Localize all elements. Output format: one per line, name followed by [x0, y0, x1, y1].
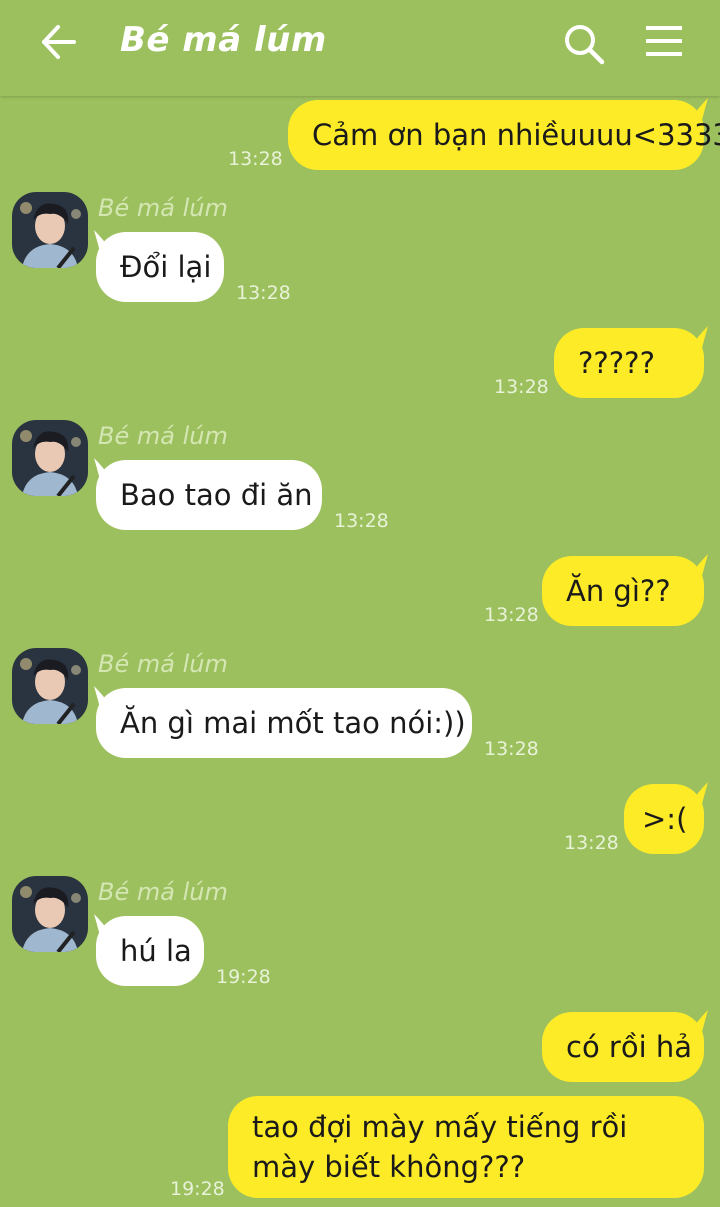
bubble-tail-icon [690, 782, 708, 804]
message-time: 19:28 [216, 966, 271, 988]
message-bubble[interactable]: Đổi lại [96, 232, 224, 302]
avatar[interactable] [12, 648, 88, 724]
avatar[interactable] [12, 876, 88, 952]
message-time: 13:28 [484, 738, 539, 760]
message-bubble[interactable]: có rồi hả [542, 1012, 704, 1082]
message-bubble[interactable]: tao đợi mày mấy tiếng rồi mày biết không… [228, 1096, 704, 1198]
bubble-tail-icon [690, 98, 708, 120]
message-time: 19:28 [170, 1178, 225, 1200]
search-button[interactable] [562, 22, 606, 66]
menu-button[interactable] [642, 22, 686, 62]
menu-icon [646, 26, 682, 56]
chat-title: Bé má lúm [120, 20, 327, 60]
message-bubble[interactable]: hú la [96, 916, 204, 986]
avatar[interactable] [12, 192, 88, 268]
bubble-tail-icon [690, 1010, 708, 1032]
arrow-left-icon [42, 25, 76, 59]
message-time: 13:28 [334, 510, 389, 532]
back-button[interactable] [38, 22, 80, 62]
sender-name: Bé má lúm [98, 878, 228, 906]
bubble-tail-icon [94, 458, 112, 480]
bubble-tail-icon [94, 686, 112, 708]
avatar[interactable] [12, 420, 88, 496]
message-list[interactable]: Cảm ơn bạn nhiềuuuu<3333 13:28 Bé má lúm… [0, 96, 720, 1207]
chat-header: Bé má lúm [0, 0, 720, 96]
message-bubble[interactable]: Ăn gì?? [542, 556, 704, 626]
message-bubble[interactable]: Ăn gì mai mốt tao nói:)) [96, 688, 472, 758]
message-time: 13:28 [228, 148, 283, 170]
sender-name: Bé má lúm [98, 194, 228, 222]
bubble-tail-icon [94, 230, 112, 252]
message-time: 13:28 [494, 376, 549, 398]
bubble-tail-icon [690, 554, 708, 576]
message-time: 13:28 [484, 604, 539, 626]
message-time: 13:28 [564, 832, 619, 854]
message-bubble[interactable]: Cảm ơn bạn nhiềuuuu<3333 [288, 100, 720, 170]
bubble-tail-icon [94, 914, 112, 936]
sender-name: Bé má lúm [98, 422, 228, 450]
search-icon [565, 25, 605, 65]
bubble-tail-icon [690, 326, 708, 348]
message-bubble[interactable]: Bao tao đi ăn [96, 460, 322, 530]
message-bubble[interactable]: ????? [554, 328, 704, 398]
sender-name: Bé má lúm [98, 650, 228, 678]
message-time: 13:28 [236, 282, 291, 304]
